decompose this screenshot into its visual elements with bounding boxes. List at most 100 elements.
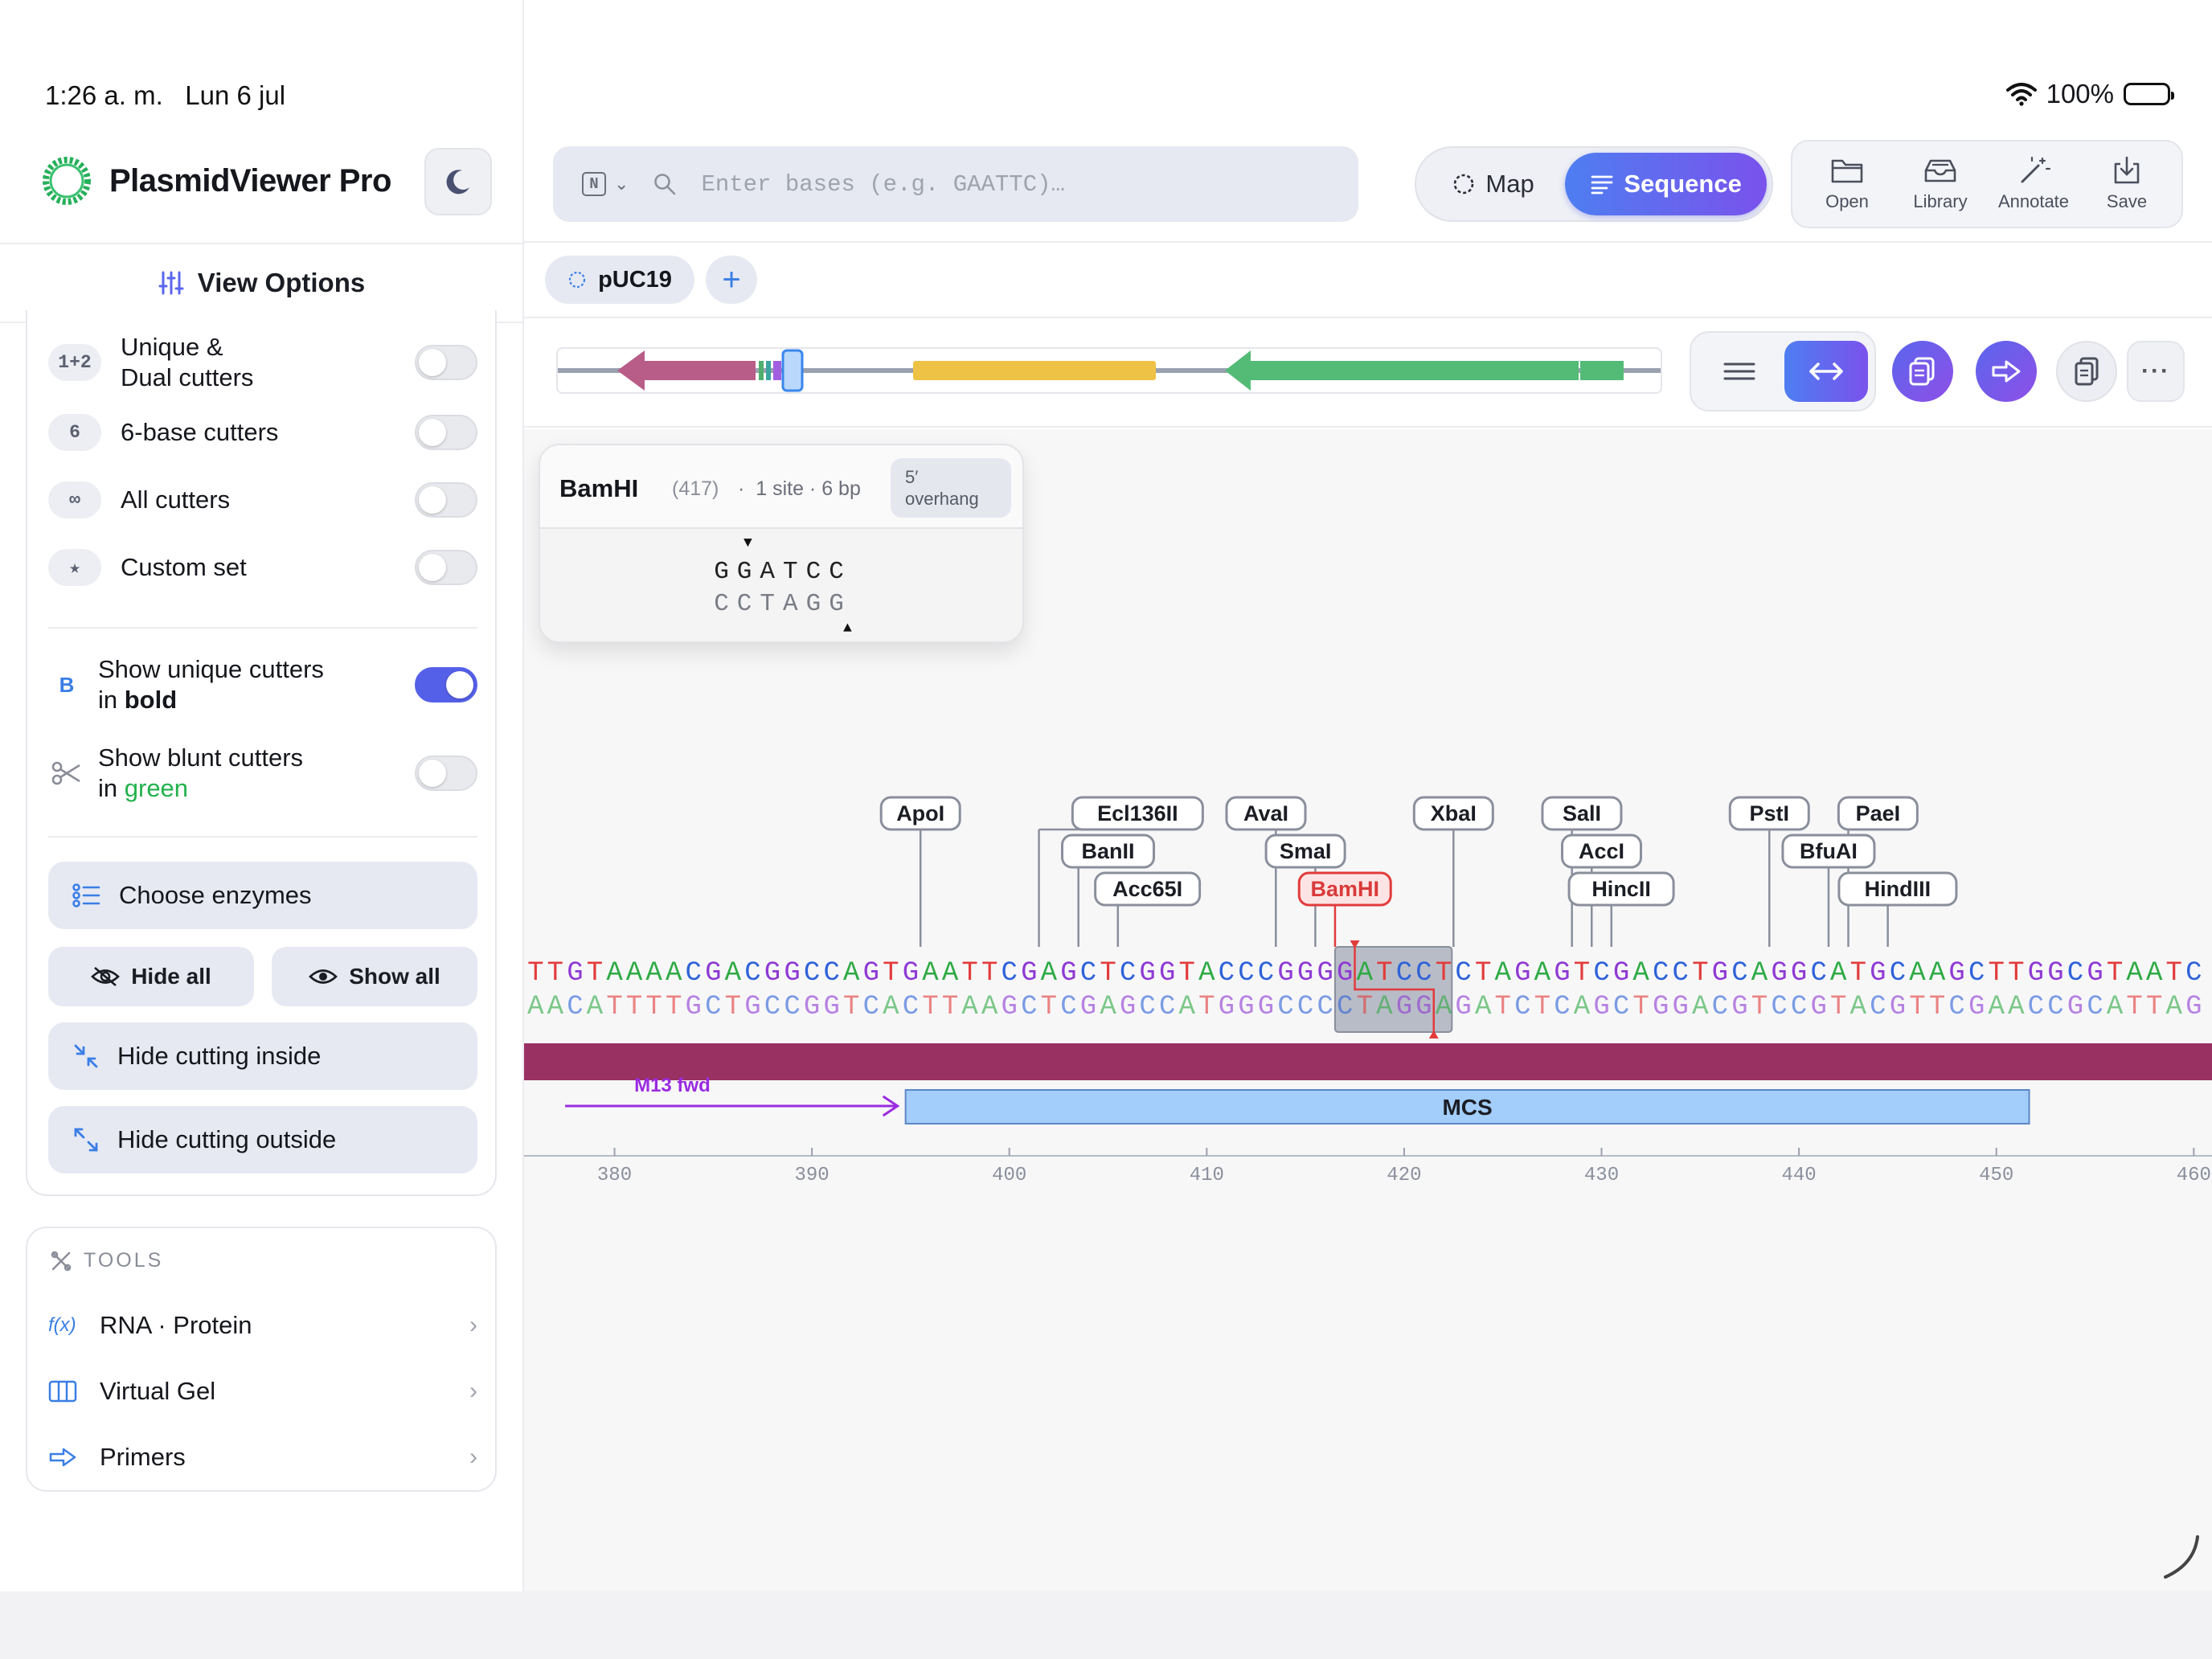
dark-mode-button[interactable] xyxy=(424,148,492,215)
enzyme-name: HincII xyxy=(1591,877,1651,901)
hide-cutting-outside-button[interactable]: Hide cutting outside xyxy=(48,1106,477,1174)
add-tab-button[interactable]: + xyxy=(706,256,757,304)
option-badge: ★ xyxy=(48,549,101,586)
option-unique-dual[interactable]: 1+2 Unique & Dual cutters xyxy=(48,330,477,395)
show-all-button[interactable]: Show all xyxy=(272,947,477,1006)
feature-small-purple[interactable] xyxy=(773,361,781,380)
top-strand-base: G xyxy=(1613,958,1629,989)
nucleotide-mode-button[interactable]: N ⌄ xyxy=(582,172,629,196)
top-strand-base: T xyxy=(2008,958,2024,989)
top-strand-base: T xyxy=(1692,958,1708,989)
option-6-base[interactable]: 6 6-base cutters xyxy=(48,407,477,458)
top-strand-base: T xyxy=(1574,958,1590,989)
hide-all-button[interactable]: Hide all xyxy=(48,947,254,1006)
primer-arrow-button[interactable] xyxy=(1976,341,2037,402)
feature-ampR[interactable] xyxy=(1225,350,1579,391)
blunt-green-toggle[interactable] xyxy=(415,756,477,791)
top-strand-base: C xyxy=(1415,958,1432,989)
top-strand-base: A xyxy=(1495,958,1512,989)
wrap-lines-button[interactable] xyxy=(1701,341,1778,402)
feature-bar-lacz[interactable] xyxy=(524,1043,2212,1080)
bottom-strand-base: T xyxy=(2126,992,2142,1022)
bottom-strand-base: G xyxy=(1219,992,1235,1022)
ruler-tick-label: 410 xyxy=(1190,1165,1224,1186)
top-strand-base: C xyxy=(1120,958,1136,989)
library-button[interactable]: Library xyxy=(1897,156,1984,212)
top-strand-base: A xyxy=(626,958,643,989)
tool-rna-protein[interactable]: f(x) RNA · Protein › xyxy=(48,1297,477,1354)
primer-label[interactable]: M13 fwd xyxy=(634,1075,711,1096)
ruler-tick-label: 440 xyxy=(1782,1165,1817,1186)
arrows-out-icon xyxy=(74,1128,98,1152)
option-blunt-green[interactable]: Show blunt cutters in green xyxy=(48,739,477,807)
annotate-button[interactable]: Annotate xyxy=(1990,156,2077,212)
overview-viewport[interactable] xyxy=(781,349,804,392)
view-tools: ··· xyxy=(1690,331,2188,412)
eye-icon xyxy=(309,969,338,984)
bottom-strand-base: C xyxy=(1948,992,1964,1022)
bottom-strand-base: C xyxy=(784,992,800,1022)
hide-cutting-inside-button[interactable]: Hide cutting inside xyxy=(48,1022,477,1090)
ruler-tick-label: 420 xyxy=(1387,1165,1421,1186)
sequence-view-button[interactable]: Sequence xyxy=(1565,153,1767,215)
feature-small-teal[interactable] xyxy=(766,361,771,380)
top-strand-base: G xyxy=(1021,958,1037,989)
choose-enzymes-button[interactable]: Choose enzymes xyxy=(48,862,477,929)
top-strand-base: C xyxy=(1219,958,1235,989)
option-label: 6-base cutters xyxy=(121,418,279,446)
custom-set-toggle[interactable] xyxy=(415,550,477,585)
tab-puc19[interactable]: pUC19 xyxy=(545,256,694,304)
ruler-tick-label: 450 xyxy=(1979,1165,2013,1186)
top-strand-base: C xyxy=(1455,958,1471,989)
option-label: Custom set xyxy=(121,553,247,581)
option-unique-bold[interactable]: B Show unique cutters in bold xyxy=(48,651,477,719)
chevron-right-icon: › xyxy=(469,1444,477,1470)
feature-ori[interactable] xyxy=(913,361,1156,380)
clipboard-button[interactable] xyxy=(2056,341,2117,402)
map-label: Map xyxy=(1485,170,1534,198)
bottom-strand-base: G xyxy=(744,992,760,1022)
main-area: 100% N ⌄ Map xyxy=(524,0,2212,1591)
arrow-right-icon xyxy=(48,1446,84,1469)
enzyme-name: PaeI xyxy=(1856,801,1901,825)
top-strand-base: C xyxy=(1258,958,1274,989)
bottom-strand-base: T xyxy=(1751,992,1768,1022)
tool-primers[interactable]: Primers › xyxy=(48,1429,477,1485)
all-cutters-toggle[interactable] xyxy=(415,482,477,518)
six-base-toggle[interactable] xyxy=(415,415,477,450)
enzyme-name: ApoI xyxy=(896,801,944,825)
open-button[interactable]: Open xyxy=(1804,156,1890,212)
option-all-cutters[interactable]: ∞ All cutters xyxy=(48,474,477,526)
unique-dual-toggle[interactable] xyxy=(415,345,477,380)
save-button[interactable]: Save xyxy=(2083,156,2170,212)
option-label: Show unique cutters in bold xyxy=(98,655,324,714)
linear-view-button[interactable] xyxy=(1784,341,1868,402)
bottom-strand-base: A xyxy=(1989,992,2005,1022)
feature-ampR-promoter[interactable] xyxy=(1580,361,1624,380)
top-strand-base: G xyxy=(705,958,721,989)
bottom-strand-base: C xyxy=(1337,992,1353,1022)
bottom-strand-base: C xyxy=(2028,992,2044,1022)
lines-icon xyxy=(1723,363,1755,380)
top-strand-base: T xyxy=(1436,958,1452,989)
feature-lacZ[interactable] xyxy=(617,350,756,391)
tool-virtual-gel[interactable]: Virtual Gel › xyxy=(48,1363,477,1419)
bottom-strand-base: C xyxy=(1514,992,1530,1022)
option-custom-set[interactable]: ★ Custom set xyxy=(48,542,477,593)
unique-bold-toggle[interactable] xyxy=(415,667,477,703)
more-options-button[interactable]: ··· xyxy=(2127,341,2185,402)
top-strand-base: G xyxy=(2028,958,2044,989)
top-strand-base: A xyxy=(2126,958,2143,989)
overview-track[interactable] xyxy=(556,347,1662,394)
copy-icon xyxy=(1909,357,1935,386)
top-strand-base: G xyxy=(1317,958,1333,989)
bottom-strand-base: T xyxy=(1198,992,1215,1022)
folder-icon xyxy=(1831,159,1863,183)
feature-small-green[interactable] xyxy=(759,361,764,380)
copy-sequence-button[interactable] xyxy=(1892,341,1953,402)
search-input[interactable] xyxy=(701,160,1358,208)
bottom-strand-base: C xyxy=(1771,992,1787,1022)
view-mode-switch: Map Sequence xyxy=(1415,146,1773,222)
map-view-button[interactable]: Map xyxy=(1421,153,1565,215)
chevron-right-icon: › xyxy=(469,1312,477,1338)
